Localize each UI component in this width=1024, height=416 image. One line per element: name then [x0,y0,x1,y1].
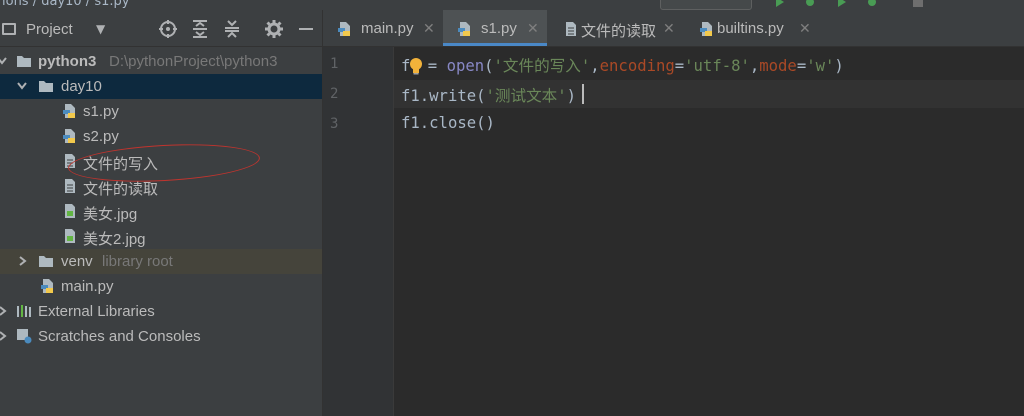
python-file-icon [63,129,75,143]
code-token: mode [759,57,797,75]
tree-item-file[interactable]: 美女2.jpg [0,224,322,249]
tab-label: s1.py [481,20,517,37]
python-file-icon [458,22,470,36]
hide-icon[interactable] [296,19,316,39]
lightbulb-icon[interactable] [409,57,423,75]
locate-icon[interactable] [158,19,178,39]
tree-item-label: s2.py [83,128,119,145]
python-file-icon [338,22,350,36]
code-token: '测试文本 [485,87,558,105]
chevron-down-icon[interactable] [16,79,28,93]
code-line-2[interactable]: f1.write('测试文本') [401,84,576,106]
tree-item-label: External Libraries [38,303,155,320]
folder-icon [39,256,53,267]
chevron-right-icon[interactable] [16,254,28,268]
line-number: 3 [330,116,339,132]
tree-item-file[interactable]: 美女.jpg [0,199,322,224]
editor-tab-bar: main.py ✕ s1.py ✕ 文件的读取 ✕ builtins.py ✕ [323,10,1024,47]
project-view-title[interactable]: Project [26,21,73,38]
code-token: ) [834,57,844,75]
tree-item-day10[interactable]: day10 [0,74,322,99]
chevron-right-icon[interactable] [0,304,8,318]
tab-builtins-py[interactable]: builtins.py ✕ [685,10,819,46]
code-token: 'w' [806,57,835,75]
tree-item-main-py[interactable]: main.py [0,274,322,299]
tab-s1-py[interactable]: s1.py ✕ [443,10,547,46]
folder-icon [39,81,53,92]
code-line-1[interactable]: f = open('文件的写入',encoding='utf-8',mode='… [401,54,844,76]
profile-icon[interactable] [866,0,878,7]
tree-item-path: D:\pythonProject\python3 [109,53,278,70]
line-number: 1 [330,56,339,72]
python-file-icon [63,104,75,118]
navigation-bar: ions / day10 / s1.py [0,0,1024,10]
code-token: , [749,57,760,75]
close-icon[interactable]: ✕ [423,20,435,37]
close-icon[interactable]: ✕ [527,20,539,37]
run-icon[interactable] [774,0,786,7]
tree-item-label: Scratches and Consoles [38,328,201,345]
stop-icon[interactable] [912,0,924,7]
line-number-gutter [323,47,394,416]
tree-item-file[interactable]: s1.py [0,99,322,124]
tree-item-external-libraries[interactable]: External Libraries [0,299,322,324]
collapse-all-icon[interactable] [222,19,242,39]
tab-label: main.py [361,20,414,37]
code-token: open [446,57,485,75]
tab-file-read[interactable]: 文件的读取 ✕ [549,10,683,46]
tree-item-label: 美女.jpg [83,206,138,223]
text-caret [582,84,584,104]
code-token: f1.write( [401,87,486,105]
code-token: ' [557,87,567,105]
chevron-down-icon[interactable]: ▼ [96,22,105,36]
project-panel: Project ▼ python3 D:\pythonProject\pytho… [0,10,323,416]
debug-icon[interactable] [804,0,816,7]
run-configuration-selector[interactable] [660,0,752,10]
scratch-icon [17,329,32,344]
tree-item-label: 美女2.jpg [83,231,146,248]
python-file-icon [700,22,712,36]
code-token: , [590,57,600,75]
code-token: f1.close() [401,114,495,132]
project-view-icon [2,23,16,35]
tree-item-scratches[interactable]: Scratches and Consoles [0,324,322,349]
image-file-icon [65,229,75,243]
project-panel-header: Project ▼ [0,10,322,47]
close-icon[interactable]: ✕ [799,20,811,37]
tree-item-label: main.py [61,278,114,295]
tree-item-python3[interactable]: python3 D:\pythonProject\python3 [0,49,322,74]
close-icon[interactable]: ✕ [663,20,675,37]
text-file-icon [65,179,75,193]
tree-item-label: day10 [61,78,102,95]
breadcrumb[interactable]: ions / day10 / s1.py [2,0,129,9]
code-token: = [796,57,807,75]
code-token: ( [484,57,494,75]
tree-item-hint: library root [102,253,173,270]
code-token: encoding [599,57,675,75]
code-token: '文件的写入' [493,57,591,75]
tree-item-label: venv [61,253,93,270]
chevron-right-icon[interactable] [0,329,8,343]
text-file-icon [566,22,576,36]
coverage-icon[interactable] [836,0,848,7]
python-file-icon [41,279,53,293]
tree-item-venv[interactable]: venv library root [0,249,322,274]
code-token: 'utf-8' [684,57,750,75]
code-line-3[interactable]: f1.close() [401,114,495,132]
tab-main-py[interactable]: main.py ✕ [323,10,441,46]
code-token: = [674,57,685,75]
image-file-icon [65,204,75,218]
tree-item-label: python3 [38,53,97,70]
tab-label: builtins.py [717,20,784,37]
library-icon [17,305,31,317]
expand-all-icon[interactable] [190,19,210,39]
tab-label: 文件的读取 [581,23,657,40]
code-token: ) [566,87,577,105]
tree-item-label: s1.py [83,103,119,120]
gear-icon[interactable] [264,19,284,39]
chevron-down-icon[interactable] [0,54,8,68]
folder-icon [17,56,31,67]
line-number: 2 [330,86,339,102]
